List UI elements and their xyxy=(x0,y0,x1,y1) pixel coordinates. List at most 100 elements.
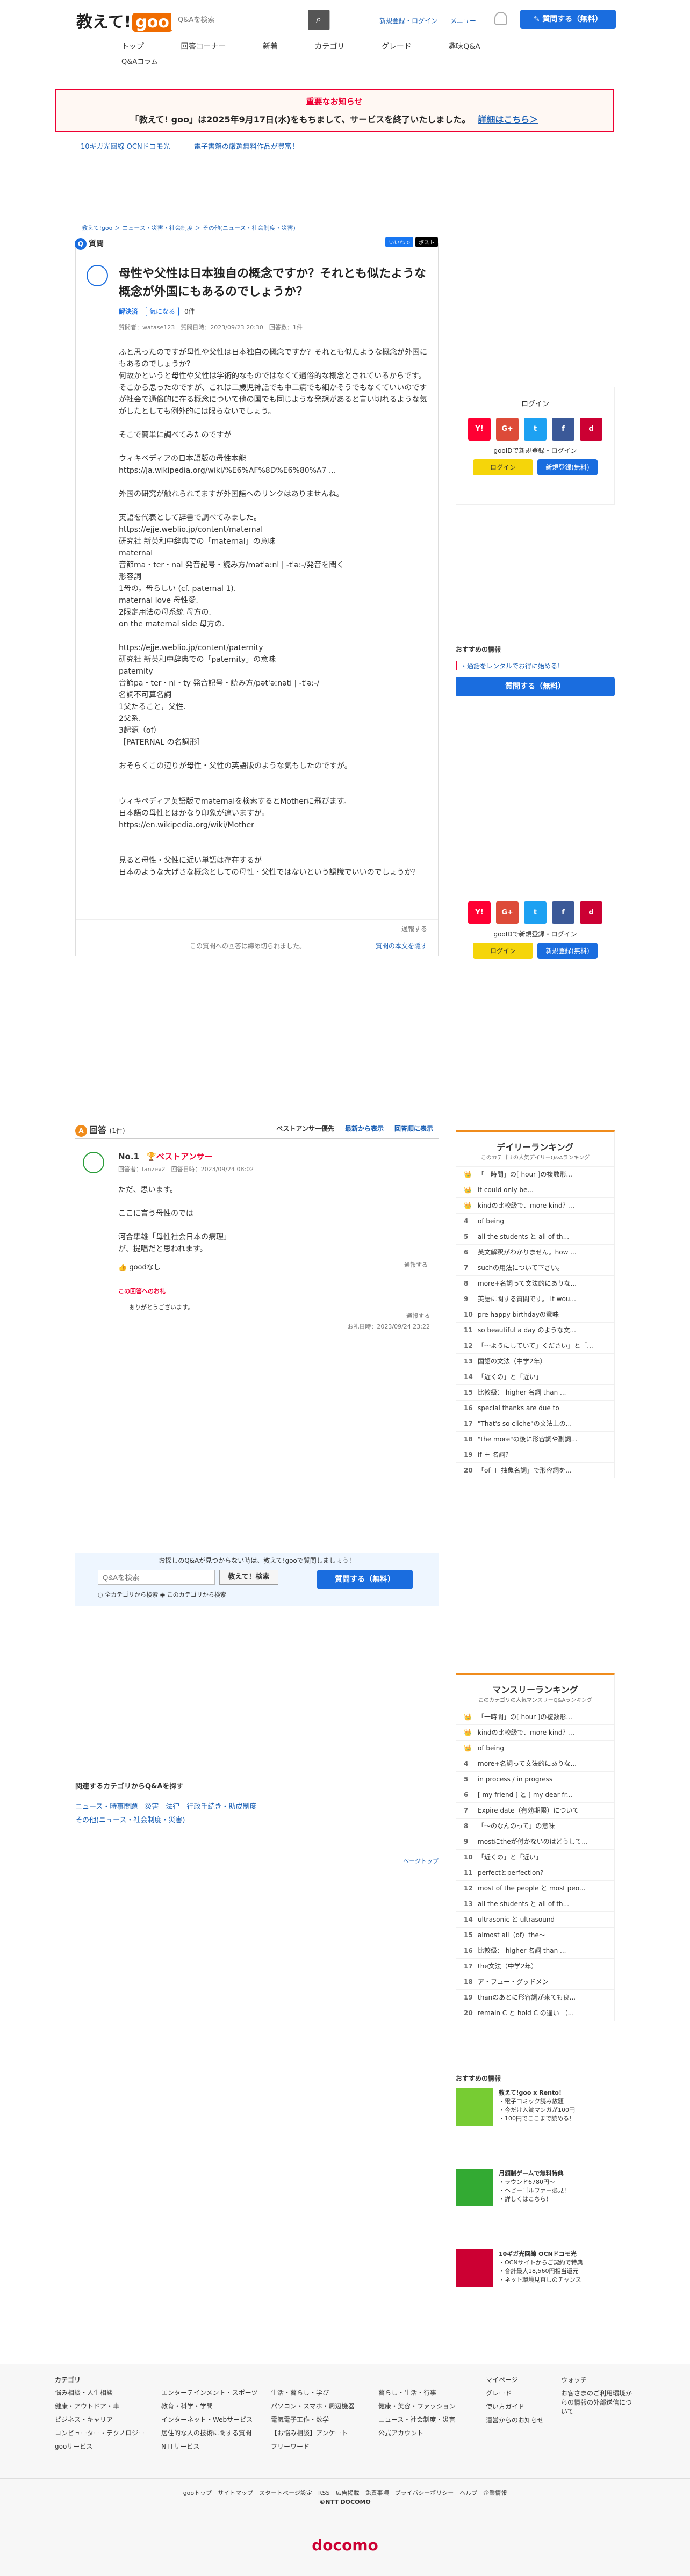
report-link[interactable]: 通報する xyxy=(401,924,427,933)
ranking-item[interactable]: 17 "That's so cliche"の文法上の... xyxy=(456,1416,614,1431)
promo-link[interactable]: 10ギガ光回線 OCNドコモ光 xyxy=(81,143,170,151)
post-button[interactable]: ポスト xyxy=(415,237,438,247)
search-input[interactable] xyxy=(171,10,306,30)
ranking-item[interactable]: 10 「近くの」と「近い」 xyxy=(456,1849,614,1865)
ranking-item[interactable]: 9 英語に関する質問です。 It wou... xyxy=(456,1291,614,1307)
related-link[interactable]: 法律 xyxy=(166,1803,179,1811)
footer-link[interactable]: 運営からのお知らせ xyxy=(486,2415,544,2425)
ranking-item[interactable]: 17 the文法（中学2年） xyxy=(456,1958,614,1974)
yahoo-icon[interactable]: Y! xyxy=(468,901,491,924)
ad-item[interactable]: 教えて!goo x Rento！ ・電子コミック読み放題 ・今だけ入賞マンガが100… xyxy=(456,2088,615,2169)
footer-link[interactable]: グレード xyxy=(486,2389,544,2398)
related-link[interactable]: ニュース・時事問題 xyxy=(75,1803,138,1811)
ranking-item[interactable]: 12 「〜ようにしていて」ください」と「... xyxy=(456,1338,614,1353)
curious-button[interactable]: 気になる xyxy=(146,307,179,316)
related-link[interactable]: 災害 xyxy=(145,1803,159,1811)
sort-order[interactable]: 回答順に表示 xyxy=(394,1125,433,1132)
footer-link[interactable]: 教育・科学・学問 xyxy=(161,2401,257,2411)
ranking-item[interactable]: 8 「〜のなんのって」の意味 xyxy=(456,1818,614,1834)
ranking-item[interactable]: 13 all the students と all of th... xyxy=(456,1896,614,1911)
footer-link[interactable]: フリーワード xyxy=(271,2442,355,2451)
nav-category[interactable]: カテゴリ xyxy=(314,41,344,52)
ranking-item[interactable]: 👑 「一時間」の[ hour ]の複数形... xyxy=(456,1709,614,1724)
ranking-item[interactable]: 5 all the students と all of th... xyxy=(456,1229,614,1244)
ranking-item[interactable]: 7 suchの用法について下さい。 xyxy=(456,1260,614,1275)
ad-item[interactable]: 月額制ゲームで無料特典 ・ラウンド6780円〜 ・ヘビーゴルファー必見！ ・詳しくはこ… xyxy=(456,2169,615,2249)
ranking-item[interactable]: 16 比較級： higher 名詞 than ... xyxy=(456,1943,614,1958)
ad-item[interactable]: 10ギガ光回線 OCNドコモ光 ・OCNサイトからご契約で特典 ・合計最大18,56… xyxy=(456,2249,615,2330)
ranking-item[interactable]: 6 英文解釈がわかりません。how ... xyxy=(456,1244,614,1260)
footer-link[interactable]: 悩み相談・人生相談 xyxy=(55,2388,145,2397)
twitter-icon[interactable]: t xyxy=(524,418,547,441)
sort-latest[interactable]: 最新から表示 xyxy=(345,1125,384,1132)
ranking-item[interactable]: 14 「近くの」と「近い」 xyxy=(456,1369,614,1384)
register-button[interactable]: 新規登録(無料) xyxy=(537,459,598,475)
ranking-item[interactable]: 18 ア・フュー・グッドメン xyxy=(456,1974,614,1989)
ranking-item[interactable]: 18 "the more"の後に形容詞や副詞... xyxy=(456,1431,614,1447)
ranking-item[interactable]: 10 pre happy birthdayの意味 xyxy=(456,1307,614,1322)
page-top-link[interactable]: ページトップ xyxy=(75,1857,439,1865)
ranking-item[interactable]: 20 remain C と hold C の違い （... xyxy=(456,2005,614,2021)
nav-column[interactable]: Q&Aコラム xyxy=(121,56,158,66)
ranking-item[interactable]: 14 ultrasonic と ultrasound xyxy=(456,1911,614,1927)
ranking-item[interactable]: 6 [ my friend ] と [ my dear fr... xyxy=(456,1787,614,1802)
side-ask-button[interactable]: 質問する（無料） xyxy=(456,677,615,696)
footer-link[interactable]: 生活・暮らし・学び xyxy=(271,2388,355,2397)
good-count[interactable]: 👍 goodなし xyxy=(118,1261,161,1272)
ranking-item[interactable]: 15 比較級： higher 名詞 than ... xyxy=(456,1384,614,1400)
ranking-item[interactable]: 20 「of ＋ 抽象名詞」で形容詞を... xyxy=(456,1462,614,1478)
google-icon[interactable]: G+ xyxy=(496,418,519,441)
like-button[interactable]: いいね 0 xyxy=(385,237,413,247)
footer-link[interactable]: NTTサービス xyxy=(161,2442,257,2451)
nav-grade[interactable]: グレード xyxy=(382,41,412,52)
ranking-item[interactable]: 9 mostにtheが付かないのはどうして... xyxy=(456,1834,614,1849)
ranking-item[interactable]: 12 most of the people と most peo... xyxy=(456,1880,614,1896)
promo-link[interactable]: 電子書籍の厳選無料作品が豊富！ xyxy=(194,143,299,151)
qa-search-input[interactable] xyxy=(98,1570,215,1585)
footer-link[interactable]: 健康・アウトドア・車 xyxy=(55,2401,145,2411)
footer-link[interactable]: 電気電子工作・数学 xyxy=(271,2415,355,2424)
ranking-item[interactable]: 👑 「一時間」の[ hour ]の複数形... xyxy=(456,1166,614,1182)
ranking-item[interactable]: 4 more+名詞って文法的にありな... xyxy=(456,1756,614,1771)
hide-body-link[interactable]: 質問の本文を隠す xyxy=(376,941,427,950)
footer-link[interactable]: マイページ xyxy=(486,2375,544,2384)
ranking-item[interactable]: 5 in process / in progress xyxy=(456,1771,614,1787)
ranking-item[interactable]: 19 if ＋ 名詞？ xyxy=(456,1447,614,1462)
nav-new[interactable]: 新着 xyxy=(263,41,278,52)
radio-category[interactable]: ◉ xyxy=(160,1591,167,1598)
nav-hobby[interactable]: 趣味Q&A xyxy=(448,41,480,52)
radio-all[interactable]: ○ xyxy=(98,1591,105,1598)
ranking-item[interactable]: 11 so beautiful a day のような文... xyxy=(456,1322,614,1338)
docomo-icon[interactable]: d xyxy=(580,418,602,441)
ranking-item[interactable]: 16 special thanks are due to xyxy=(456,1400,614,1416)
qa-search-button[interactable]: 教えて！検索 xyxy=(219,1570,278,1585)
nav-top[interactable]: トップ xyxy=(121,41,144,52)
bell-icon[interactable] xyxy=(494,12,507,25)
footer-link[interactable]: 居住的な人の技術に関する質問 xyxy=(161,2428,257,2437)
ranking-item[interactable]: 15 almost all（of）the〜 xyxy=(456,1927,614,1943)
ranking-item[interactable]: 8 more+名詞って文法的にありな... xyxy=(456,1275,614,1291)
footer-link[interactable]: 健康・美容・ファッション xyxy=(378,2401,456,2411)
ask-button[interactable]: ✎ 質問する（無料） xyxy=(520,10,616,29)
register-button[interactable]: 新規登録(無料) xyxy=(537,943,598,959)
ranking-item[interactable]: 19 thanのあとに形容詞が来ても良... xyxy=(456,1989,614,2005)
footer-link[interactable]: 使い方ガイド xyxy=(486,2402,544,2411)
ranking-item[interactable]: 👑 kindの比較級で、more kind？... xyxy=(456,1197,614,1213)
ranking-item[interactable]: 11 perfectとperfection? xyxy=(456,1865,614,1880)
nav-answer[interactable]: 回答コーナー xyxy=(181,41,226,52)
footer-bottom-links[interactable]: gooトップ サイトマップ スタートページ設定 RSS 広告掲載 免責事項 プラ… xyxy=(0,2478,690,2497)
register-login-link[interactable]: 新規登録・ログイン xyxy=(379,17,437,25)
footer-link[interactable]: ビジネス・キャリア xyxy=(55,2415,145,2424)
report-link[interactable]: 通報する xyxy=(404,1260,428,1269)
ranking-item[interactable]: 👑 it could only be... xyxy=(456,1182,614,1197)
footer-link[interactable]: コンピューター・テクノロジー xyxy=(55,2428,145,2437)
twitter-icon[interactable]: t xyxy=(524,901,547,924)
footer-link[interactable]: お客さまのご利用環境からの情報の外部送信について xyxy=(561,2389,636,2416)
sort-best[interactable]: ベストアンサー優先 xyxy=(276,1125,334,1132)
related-link[interactable]: 行政手続き・助成制度 xyxy=(186,1803,256,1811)
facebook-icon[interactable]: f xyxy=(552,418,574,441)
breadcrumb[interactable]: 教えて!goo ＞ ニュース・災害・社会制度 ＞ その他(ニュース・社会制度・災… xyxy=(82,223,296,232)
footer-link[interactable]: 公式アカウント xyxy=(378,2428,456,2437)
ranking-item[interactable]: 👑 kindの比較級で、more kind？... xyxy=(456,1724,614,1740)
ranking-item[interactable]: 👑 of being xyxy=(456,1740,614,1756)
